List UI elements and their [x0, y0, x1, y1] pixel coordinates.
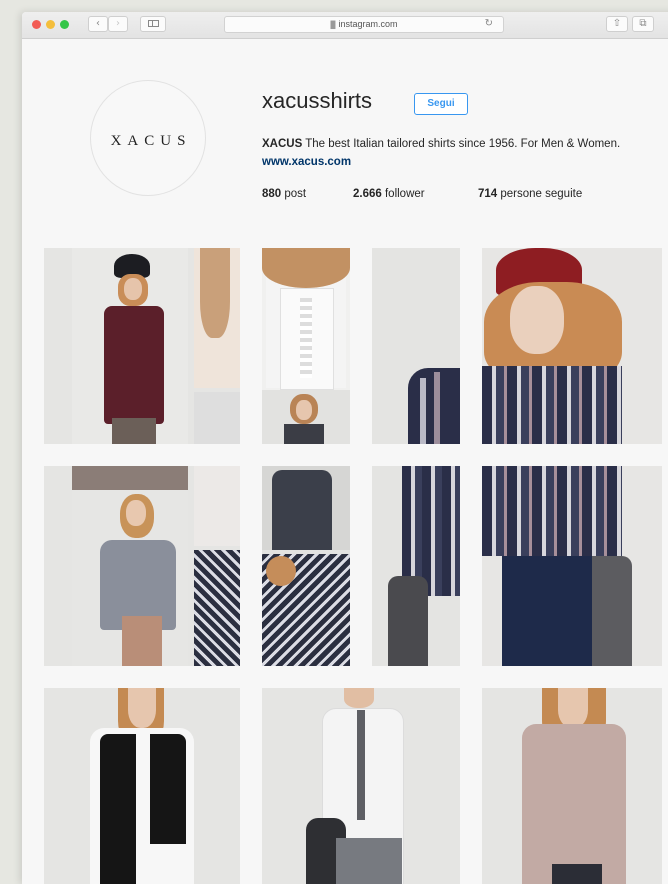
post-thumbnail[interactable]: [44, 466, 240, 666]
lock-icon: █: [330, 22, 336, 29]
sidebar-icon[interactable]: [140, 16, 166, 32]
profile-bio: XACUS The best Italian tailored shirts s…: [262, 135, 662, 171]
post-thumbnail[interactable]: [482, 688, 662, 884]
post-thumbnail[interactable]: [482, 248, 662, 444]
browser-toolbar: ‹ › █ instagram.com ↻ ⇧ ⧉: [22, 12, 668, 39]
browser-window: ‹ › █ instagram.com ↻ ⇧ ⧉ XACUS xacusshir…: [22, 12, 668, 884]
post-thumbnail[interactable]: [372, 466, 460, 666]
bio-text: The best Italian tailored shirts since 1…: [302, 138, 621, 150]
avatar-logo-text: XACUS: [110, 133, 192, 149]
avatar[interactable]: XACUS: [90, 80, 206, 196]
bio-link[interactable]: www.xacus.com: [262, 156, 351, 168]
post-thumbnail[interactable]: [44, 688, 240, 884]
profile-username: xacusshirts: [262, 88, 373, 113]
stat-posts[interactable]: 880 post: [262, 188, 306, 200]
stat-followers[interactable]: 2.666 follower: [353, 188, 425, 200]
address-bar[interactable]: █ instagram.com ↻: [224, 16, 504, 33]
follow-button[interactable]: Segui: [414, 93, 468, 115]
post-thumbnail[interactable]: [372, 248, 460, 444]
post-thumbnail[interactable]: [262, 688, 460, 884]
close-icon[interactable]: [32, 20, 41, 29]
post-thumbnail[interactable]: [262, 248, 350, 444]
post-thumbnail[interactable]: [44, 248, 240, 444]
url-text: instagram.com: [338, 19, 398, 29]
post-thumbnail[interactable]: [482, 466, 662, 666]
minimize-icon[interactable]: [46, 20, 55, 29]
stat-following[interactable]: 714 persone seguite: [478, 188, 582, 200]
zoom-icon[interactable]: [60, 20, 69, 29]
reload-icon[interactable]: ↻: [485, 18, 493, 29]
share-icon[interactable]: ⇧: [606, 16, 628, 32]
bio-name: XACUS: [262, 138, 303, 150]
forward-icon[interactable]: ›: [108, 16, 128, 32]
back-icon[interactable]: ‹: [88, 16, 108, 32]
tabs-icon[interactable]: ⧉: [632, 16, 654, 32]
post-thumbnail[interactable]: [262, 466, 350, 666]
